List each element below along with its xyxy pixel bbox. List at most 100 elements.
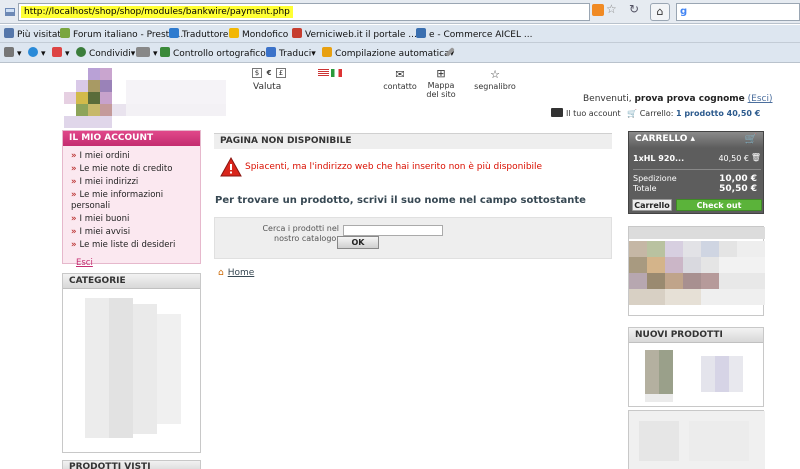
header-cart-summary[interactable]: 1 prodotto 40,50 €	[676, 109, 760, 118]
translate-button[interactable]: Traduci▾	[266, 47, 316, 59]
bookmark-link[interactable]: ☆ segnalibro	[472, 68, 518, 91]
new-products-block: NUOVI PRODOTTI	[628, 327, 764, 407]
cart-divider	[633, 169, 761, 170]
toolbar-menu-icon[interactable]: ▾	[4, 47, 22, 59]
account-icon	[551, 108, 563, 117]
shop-logo[interactable]	[64, 66, 228, 130]
bookmark-mondofico[interactable]: Mondofico	[229, 28, 288, 40]
envelope-icon: ✉	[395, 68, 405, 81]
bookmark-aicel[interactable]: e - Commerce AICEL ...	[416, 28, 532, 40]
product-search-form: Cerca i prodotti nel nostro catalogo: OK	[214, 217, 612, 259]
spellcheck-button[interactable]: Controllo ortografico▾	[160, 47, 270, 59]
categories-title: CATEGORIE	[63, 274, 200, 289]
bookmark-forum-prestashop[interactable]: Forum italiano - Presta...	[60, 28, 183, 40]
bookmark-star-icon[interactable]: ☆	[606, 2, 617, 16]
welcome-message: Benvenuti, prova prova cognome (Esci)	[583, 94, 773, 104]
share-button[interactable]: Condividi▾	[76, 47, 135, 59]
your-account-link[interactable]: Il tuo account	[566, 109, 621, 118]
account-wishlists-link[interactable]: Le mie liste di desideri	[71, 240, 192, 251]
currency-pound[interactable]: £	[276, 68, 286, 78]
featured-block-blurred	[628, 226, 765, 316]
account-vouchers-link[interactable]: I miei buoni	[71, 214, 192, 225]
cart-block: CARRELLO ▴ 🛒 1xHL 920... 40,50 € 🗑 Spedi…	[628, 131, 764, 214]
currency-label: Valuta	[253, 82, 282, 92]
trash-icon[interactable]: 🗑	[751, 153, 761, 162]
error-message: Spiacenti, ma l'indirizzo web che hai in…	[214, 149, 612, 189]
pencil-icon[interactable]	[445, 47, 455, 59]
search-label: Cerca i prodotti nel nostro catalogo:	[262, 224, 339, 243]
main-content: PAGINA NON DISPONIBILE Spiacenti, ma l'i…	[214, 133, 612, 278]
collapse-arrow-icon: ▴	[690, 134, 696, 144]
user-name: prova prova cognome	[634, 94, 745, 104]
header-account-line: Il tuo account 🛒 Carrello: 1 prodotto 40…	[551, 108, 760, 118]
bookmark-piu-visitati[interactable]: Più visitati	[4, 28, 63, 40]
sitemap-icon: ⊞	[436, 67, 446, 80]
bookmark-verniciweb[interactable]: Verniciweb.it il portale ...	[292, 28, 417, 40]
spellcheck-icon	[160, 47, 170, 57]
gmail-icon[interactable]: ▾	[52, 47, 70, 59]
translate-icon	[266, 47, 276, 57]
viewed-products-block: PRODOTTI VISTI	[62, 460, 201, 469]
toolbar-dropdown-icon[interactable]: ▾	[136, 47, 158, 59]
brush-icon	[292, 28, 302, 38]
home-icon: ⌂	[218, 268, 224, 278]
checkout-button[interactable]: Check out	[676, 199, 762, 211]
my-account-block: IL MIO ACCOUNT I miei ordini Le mie note…	[62, 130, 201, 268]
url-input[interactable]: http://localhost/shop/shop/modules/bankw…	[18, 3, 590, 21]
cart-item-price: 40,50 €	[718, 154, 749, 163]
flag-it-icon[interactable]	[331, 69, 342, 77]
sitemap-link[interactable]: ⊞ Mappa del sito	[424, 67, 458, 100]
google-toolbar: ▾ ▾ ▾ Condividi▾ ▾ Controllo ortografico…	[0, 43, 800, 63]
contact-link[interactable]: ✉ contatto	[382, 68, 418, 91]
cart-item-row: 1xHL 920... 40,50 € 🗑	[633, 153, 761, 163]
account-credit-slips-link[interactable]: Le mie note di credito	[71, 164, 192, 175]
bookmark-traduttore[interactable]: Traduttore	[169, 28, 228, 40]
bottom-right-block-blurred	[628, 410, 765, 469]
browser-address-bar: http://localhost/shop/shop/modules/bankw…	[0, 0, 800, 24]
back-home-link[interactable]: ⌂ Home	[218, 268, 254, 278]
web-search-input[interactable]: g	[676, 3, 800, 21]
toolbar-plus-icon[interactable]: ▾	[28, 47, 46, 59]
cart-small-icon: 🛒	[627, 109, 638, 118]
cart-icon: 🛒	[744, 134, 757, 145]
cart-item-name[interactable]: 1xHL 920...	[633, 154, 684, 163]
error-text: Spiacenti, ma l'indirizzo web che hai in…	[245, 162, 543, 172]
home-button[interactable]: ⌂	[650, 3, 670, 21]
reload-icon[interactable]: ↻	[629, 2, 639, 16]
google-search-icon: g	[680, 6, 688, 17]
my-account-list: I miei ordini Le mie note di credito I m…	[63, 146, 200, 258]
view-cart-button[interactable]: Carrello	[632, 199, 672, 211]
new-products-title: NUOVI PRODOTTI	[629, 328, 763, 343]
find-product-heading: Per trovare un prodotto, scrivi il suo n…	[215, 195, 586, 206]
categories-block: CATEGORIE	[62, 273, 201, 453]
warning-icon	[220, 157, 242, 177]
cart-title[interactable]: CARRELLO ▴	[629, 132, 763, 148]
product-search-input[interactable]	[343, 225, 443, 236]
account-logout-link[interactable]: Esci	[76, 258, 200, 268]
language-selector	[318, 69, 344, 79]
account-alerts-link[interactable]: I miei avvisi	[71, 227, 192, 238]
translator-icon	[169, 28, 179, 38]
account-addresses-link[interactable]: I miei indirizzi	[71, 177, 192, 188]
url-text: http://localhost/shop/shop/modules/bankw…	[21, 6, 293, 18]
page-title: PAGINA NON DISPONIBILE	[214, 133, 612, 149]
currency-dollar[interactable]: $	[252, 68, 262, 78]
flag-us-icon[interactable]	[318, 69, 329, 77]
rss-feed-icon[interactable]	[592, 4, 604, 16]
header-logout-link[interactable]: (Esci)	[748, 94, 773, 104]
page-icon	[416, 28, 426, 38]
currency-euro[interactable]: €	[264, 68, 274, 78]
autofill-icon	[322, 47, 332, 57]
cart-total-row: Totale 50,50 €	[633, 184, 757, 194]
search-ok-button[interactable]: OK	[337, 236, 379, 249]
cart-shipping-row: Spedizione 10,00 €	[633, 174, 757, 184]
autofill-button[interactable]: Compilazione automatica▾	[322, 47, 454, 59]
star-icon: ☆	[490, 68, 500, 81]
site-identity-icon[interactable]	[4, 6, 16, 18]
gear-icon	[4, 28, 14, 38]
account-personal-info-link[interactable]: Le mie informazioni personali	[71, 190, 192, 212]
forum-icon	[60, 28, 70, 38]
bookmarks-toolbar: Più visitati Forum italiano - Presta... …	[0, 25, 800, 43]
mondofico-icon	[229, 28, 239, 38]
account-orders-link[interactable]: I miei ordini	[71, 151, 192, 162]
